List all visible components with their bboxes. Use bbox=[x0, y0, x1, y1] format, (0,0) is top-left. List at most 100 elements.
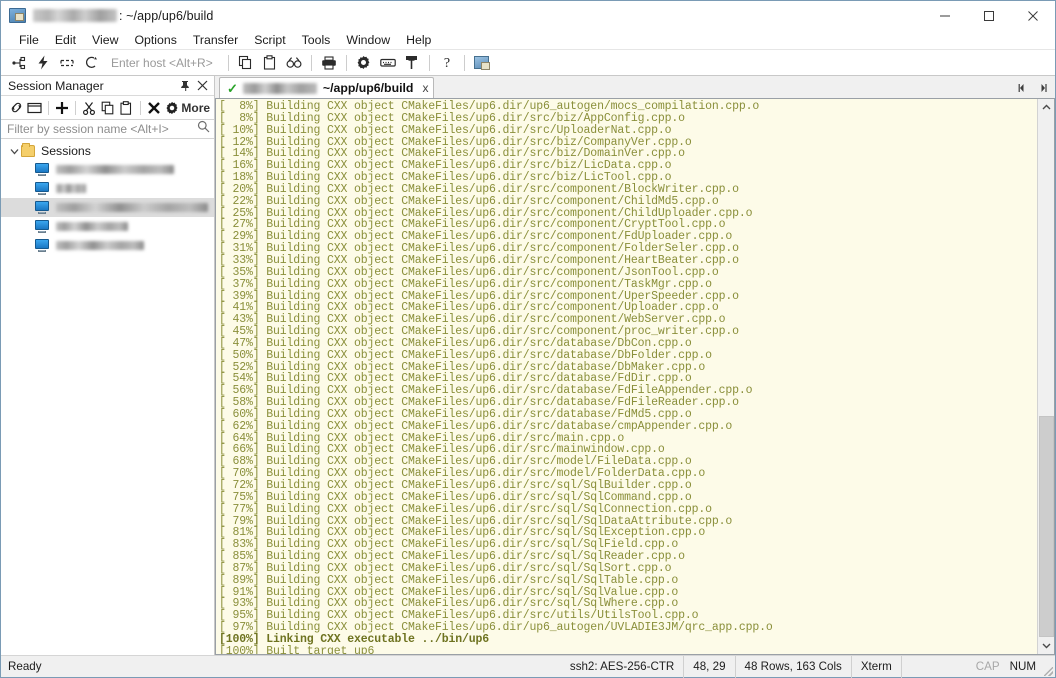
terminal-frame: [ 8%] Building CXX object CMakeFiles/up6… bbox=[215, 98, 1055, 655]
session-icon bbox=[35, 220, 49, 233]
session-item-5[interactable] bbox=[1, 236, 214, 255]
terminal-line: [ 50%] Building CXX object CMakeFiles/up… bbox=[219, 348, 712, 362]
terminal-line: [ 37%] Building CXX object CMakeFiles/up… bbox=[219, 277, 712, 291]
scrollbar-track[interactable] bbox=[1038, 116, 1055, 637]
new-session-icon[interactable] bbox=[7, 52, 31, 74]
minimize-icon[interactable] bbox=[923, 1, 967, 30]
terminal-line: [ 47%] Building CXX object CMakeFiles/up… bbox=[219, 336, 692, 350]
cut-icon[interactable] bbox=[80, 98, 98, 118]
session-manager-toolbar: More bbox=[1, 96, 214, 119]
copy-icon[interactable] bbox=[234, 52, 258, 74]
session-manager-header: Session Manager bbox=[1, 76, 214, 96]
terminal-line: [ 10%] Building CXX object CMakeFiles/up… bbox=[219, 123, 672, 137]
terminal-line: [ 75%] Building CXX object CMakeFiles/up… bbox=[219, 490, 692, 504]
session-manager-header-buttons bbox=[178, 78, 210, 94]
window-controls bbox=[923, 1, 1055, 30]
sm-separator-1 bbox=[47, 100, 49, 115]
status-cursor-position: 48, 29 bbox=[683, 655, 734, 678]
quick-connect-icon[interactable] bbox=[31, 52, 55, 74]
toolbar-separator-4 bbox=[428, 54, 430, 71]
terminal-line: [ 8%] Building CXX object CMakeFiles/up6… bbox=[219, 111, 685, 125]
scrollbar-thumb[interactable] bbox=[1038, 416, 1054, 637]
session-item-1[interactable] bbox=[1, 160, 214, 179]
toolbar-separator-2 bbox=[310, 54, 312, 71]
menu-window[interactable]: Window bbox=[338, 30, 398, 50]
disconnect-icon[interactable] bbox=[79, 52, 103, 74]
menu-help[interactable]: Help bbox=[398, 30, 439, 50]
terminal-line: [ 62%] Building CXX object CMakeFiles/up… bbox=[219, 419, 733, 433]
session-filter-input[interactable]: Filter by session name <Alt+I> bbox=[7, 122, 197, 136]
tree-root-sessions[interactable]: Sessions bbox=[1, 142, 214, 160]
status-cipher: ssh2: AES-256-CTR bbox=[569, 660, 675, 673]
add-session-icon[interactable] bbox=[53, 98, 71, 118]
find-icon[interactable] bbox=[282, 52, 306, 74]
terminal-scrollbar[interactable] bbox=[1037, 99, 1054, 654]
xftp-icon[interactable] bbox=[470, 52, 494, 74]
terminal-output[interactable]: [ 8%] Building CXX object CMakeFiles/up6… bbox=[216, 99, 1037, 654]
check-icon: ✓ bbox=[227, 80, 238, 96]
tab-next-icon[interactable] bbox=[1033, 79, 1051, 97]
session-manager-panel: Session Manager More Filter by session n… bbox=[1, 76, 215, 655]
toolbar-separator-3 bbox=[345, 54, 347, 71]
terminal-line: [ 87%] Building CXX object CMakeFiles/up… bbox=[219, 561, 672, 575]
session-label-redacted bbox=[56, 241, 144, 250]
chevron-down-icon[interactable] bbox=[8, 148, 21, 155]
session-icon bbox=[35, 182, 49, 195]
status-terminal-size: 48 Rows, 163 Cols bbox=[734, 655, 851, 678]
tree-root-label: Sessions bbox=[41, 144, 91, 158]
menu-tools[interactable]: Tools bbox=[294, 30, 339, 50]
terminal-line: [ 20%] Building CXX object CMakeFiles/up… bbox=[219, 182, 739, 196]
menu-options[interactable]: Options bbox=[126, 30, 184, 50]
host-input[interactable]: Enter host <Alt+R> bbox=[111, 56, 213, 70]
print-icon[interactable] bbox=[317, 52, 341, 74]
title-bar: : ~/app/up6/build bbox=[1, 1, 1055, 30]
terminal-line: [ 35%] Building CXX object CMakeFiles/up… bbox=[219, 265, 719, 279]
paste-icon[interactable] bbox=[117, 98, 135, 118]
maximize-icon[interactable] bbox=[967, 1, 1011, 30]
menu-file[interactable]: File bbox=[11, 30, 47, 50]
session-icon bbox=[35, 163, 49, 176]
paste-icon[interactable] bbox=[258, 52, 282, 74]
reconnect-icon[interactable] bbox=[55, 52, 79, 74]
scroll-up-icon[interactable] bbox=[1038, 99, 1055, 116]
menu-view[interactable]: View bbox=[84, 30, 126, 50]
menu-edit[interactable]: Edit bbox=[47, 30, 84, 50]
close-icon[interactable] bbox=[1011, 1, 1055, 30]
terminal-line: [ 77%] Building CXX object CMakeFiles/up… bbox=[219, 502, 712, 516]
menu-transfer[interactable]: Transfer bbox=[185, 30, 246, 50]
window-title-session-redacted bbox=[33, 9, 117, 22]
keyboard-icon[interactable] bbox=[376, 52, 400, 74]
close-icon[interactable] bbox=[195, 78, 210, 94]
app-icon bbox=[9, 8, 26, 23]
session-icon bbox=[35, 201, 49, 214]
terminal-pane: ✓ ~/app/up6/build x [ 8%] Building CXX o… bbox=[215, 76, 1055, 655]
new-folder-icon[interactable] bbox=[25, 98, 43, 118]
tab-prev-icon[interactable] bbox=[1013, 79, 1031, 97]
pin-icon[interactable] bbox=[178, 78, 193, 94]
tab-close-icon[interactable]: x bbox=[422, 81, 428, 95]
tab-active-session[interactable]: ✓ ~/app/up6/build x bbox=[219, 77, 435, 98]
tab-strip: ✓ ~/app/up6/build x bbox=[215, 76, 1055, 98]
toolbar-separator-1 bbox=[227, 54, 229, 71]
help-icon[interactable]: ? bbox=[435, 52, 459, 74]
window-title-path: : ~/app/up6/build bbox=[119, 8, 214, 23]
session-filter-row[interactable]: Filter by session name <Alt+I> bbox=[1, 119, 214, 139]
highlight-icon[interactable] bbox=[400, 52, 424, 74]
copy-icon[interactable] bbox=[99, 98, 117, 118]
scroll-down-icon[interactable] bbox=[1038, 637, 1055, 654]
session-item-2[interactable] bbox=[1, 179, 214, 198]
session-item-3[interactable] bbox=[1, 198, 214, 217]
terminal-line: [ 89%] Building CXX object CMakeFiles/up… bbox=[219, 573, 679, 587]
search-icon[interactable] bbox=[197, 120, 210, 138]
gear-icon[interactable] bbox=[352, 52, 376, 74]
properties-icon[interactable] bbox=[163, 98, 181, 118]
status-bar: Ready ssh2: AES-256-CTR 48, 29 48 Rows, … bbox=[1, 655, 1055, 678]
menu-script[interactable]: Script bbox=[246, 30, 293, 50]
connect-icon[interactable] bbox=[7, 98, 25, 118]
toolbar-overflow-icon[interactable]: More bbox=[181, 101, 210, 115]
status-ready: Ready bbox=[8, 660, 42, 673]
resize-grip[interactable] bbox=[1041, 656, 1055, 678]
session-item-4[interactable] bbox=[1, 217, 214, 236]
delete-icon[interactable] bbox=[144, 98, 162, 118]
tab-nav bbox=[1009, 77, 1055, 98]
